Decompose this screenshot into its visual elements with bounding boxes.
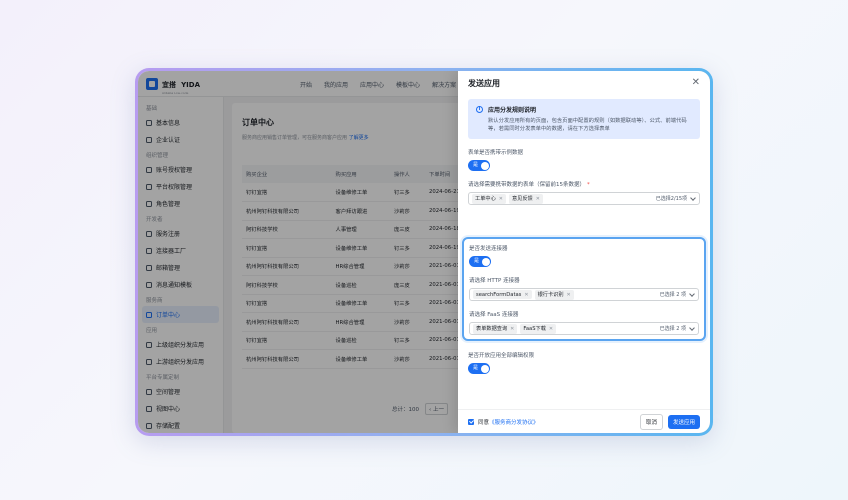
- agree-prefix: 同意: [478, 419, 490, 426]
- http-connector-select[interactable]: searchFormDatas ✕ 银行卡识别 ✕ 已选择 2 项: [469, 288, 699, 301]
- agree-checkbox[interactable]: [468, 418, 474, 425]
- forms-select[interactable]: 工单中心 ✕ 意见反馈 ✕ 已选择2/15项: [468, 192, 700, 205]
- tag-label: 银行卡识别: [537, 292, 564, 298]
- carry-data-label: 表单是否携带示例数据: [468, 150, 524, 156]
- agreement-link[interactable]: 《服务商分发协议》: [489, 420, 539, 426]
- toggle-knob: [480, 364, 489, 373]
- notice-text: 默认分发应用所有的页面，包含页面中配置的规则（如数据联动等）、公式、前端代码等，…: [488, 118, 687, 132]
- toggle-text: 是: [473, 365, 479, 371]
- connector-tag: 银行卡识别 ✕: [534, 289, 574, 300]
- connector-label: 是否发送连接器: [469, 246, 508, 252]
- send-app-drawer: 发送应用 ✕ i 应用分发规则说明 默认分发应用所有的页面，包含页面中配置的规则…: [458, 71, 710, 433]
- faas-count: 已选择 2 项: [659, 324, 695, 332]
- tag-label: 表单数据查询: [476, 326, 508, 332]
- remove-tag-icon[interactable]: ✕: [567, 292, 571, 298]
- carry-data-toggle[interactable]: 是: [468, 160, 490, 171]
- agree-text: 同意《服务商分发协议》: [478, 418, 539, 426]
- forms-label-text: 请选择需要携带数据的表单（保留前15条数据）: [468, 182, 586, 188]
- chevron-down-icon: [689, 324, 695, 331]
- remove-tag-icon[interactable]: ✕: [524, 292, 528, 298]
- drawer-footer: 同意《服务商分发协议》 取消 发送应用: [458, 409, 710, 433]
- drawer-header: 发送应用 ✕: [458, 71, 710, 95]
- notice-title: 应用分发规则说明: [488, 107, 537, 114]
- connector-tag: FaaS下载 ✕: [520, 323, 557, 334]
- connector-toggle[interactable]: 是: [469, 256, 491, 267]
- info-icon: i: [476, 106, 483, 113]
- chevron-down-icon: [689, 290, 695, 297]
- tag-label: FaaS下载: [523, 326, 546, 332]
- form-tag: 工单中心 ✕: [472, 193, 506, 204]
- tag-label: 工单中心: [475, 196, 496, 202]
- connector-tag: 表单数据查询 ✕: [473, 323, 518, 334]
- forms-label: 请选择需要携带数据的表单（保留前15条数据） *: [468, 180, 700, 188]
- tag-label: searchFormDatas: [476, 291, 522, 298]
- connector-tag: searchFormDatas ✕: [473, 290, 532, 299]
- tag-label: 意见反馈: [511, 196, 533, 202]
- toggle-knob: [481, 257, 490, 266]
- forms-field: 请选择需要携带数据的表单（保留前15条数据） * 工单中心 ✕ 意见反馈 ✕ 已选择2…: [468, 180, 700, 205]
- edit-permission-label: 是否开放应用全部编辑权限: [468, 353, 535, 359]
- rule-notice: i 应用分发规则说明 默认分发应用所有的页面，包含页面中配置的规则（如数据联动等…: [468, 99, 700, 139]
- remove-tag-icon[interactable]: ✕: [549, 326, 553, 332]
- send-app-button[interactable]: 发送应用: [667, 414, 700, 429]
- toggle-text: 是: [473, 162, 479, 168]
- cancel-button[interactable]: 取消: [639, 413, 663, 430]
- http-connector-label: 请选择 HTTP 连接器: [469, 278, 520, 284]
- edit-permission-toggle[interactable]: 是: [468, 363, 490, 374]
- forms-count-text: 已选择2/15项: [655, 196, 687, 202]
- required-mark: *: [587, 182, 590, 188]
- forms-count: 已选择2/15项: [655, 194, 696, 202]
- toggle-text: 是: [474, 258, 480, 264]
- http-count-text: 已选择 2 项: [659, 292, 686, 298]
- close-icon[interactable]: ✕: [692, 78, 700, 88]
- toggle-knob: [480, 161, 489, 170]
- http-count: 已选择 2 项: [659, 290, 695, 298]
- connector-section-highlight: 是否发送连接器 是 请选择 HTTP 连接器 searchFormDatas ✕ …: [462, 237, 706, 341]
- drawer-body: i 应用分发规则说明 默认分发应用所有的页面，包含页面中配置的规则（如数据联动等…: [458, 99, 710, 374]
- remove-tag-icon[interactable]: ✕: [536, 196, 540, 202]
- form-tag: 意见反馈 ✕: [508, 193, 543, 204]
- screenshot-frame: 宜搭 YIDA Alibaba Low-code 开始 我的应用 应用中心 模板…: [135, 68, 713, 436]
- chevron-down-icon: [690, 194, 696, 201]
- carry-data-field: 表单是否携带示例数据 是: [468, 148, 700, 171]
- connector-section: 是否发送连接器 是 请选择 HTTP 连接器 searchFormDatas ✕ …: [464, 239, 704, 335]
- edit-permission-field: 是否开放应用全部编辑权限 是: [468, 351, 534, 374]
- faas-connector-label: 请选择 FaaS 连接器: [469, 312, 519, 318]
- app-window: 宜搭 YIDA Alibaba Low-code 开始 我的应用 应用中心 模板…: [138, 71, 710, 433]
- faas-connector-select[interactable]: 表单数据查询 ✕ FaaS下载 ✕ 已选择 2 项: [469, 322, 699, 335]
- faas-count-text: 已选择 2 项: [659, 326, 686, 332]
- drawer-title: 发送应用: [468, 78, 500, 88]
- remove-tag-icon[interactable]: ✕: [499, 196, 503, 202]
- remove-tag-icon[interactable]: ✕: [510, 326, 514, 332]
